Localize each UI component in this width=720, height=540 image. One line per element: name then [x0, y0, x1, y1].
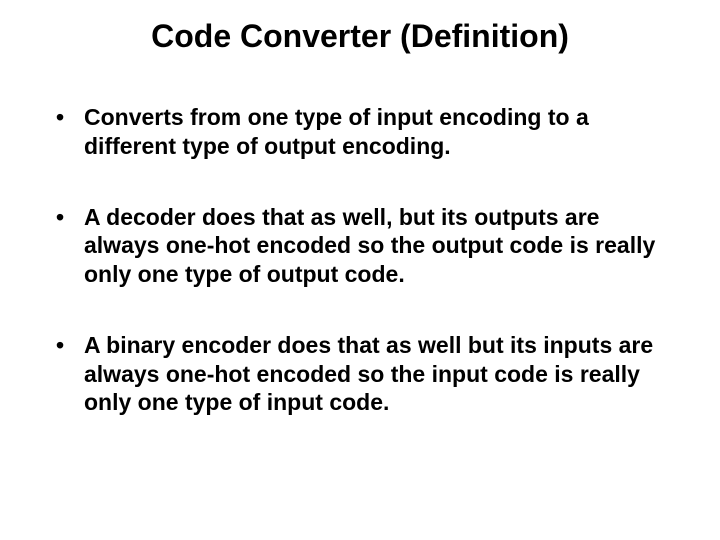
list-item: Converts from one type of input encoding…	[48, 103, 680, 161]
bullet-list: Converts from one type of input encoding…	[40, 103, 680, 417]
slide: Code Converter (Definition) Converts fro…	[0, 0, 720, 540]
list-item: A decoder does that as well, but its out…	[48, 203, 680, 289]
page-title: Code Converter (Definition)	[40, 18, 680, 55]
list-item: A binary encoder does that as well but i…	[48, 331, 680, 417]
